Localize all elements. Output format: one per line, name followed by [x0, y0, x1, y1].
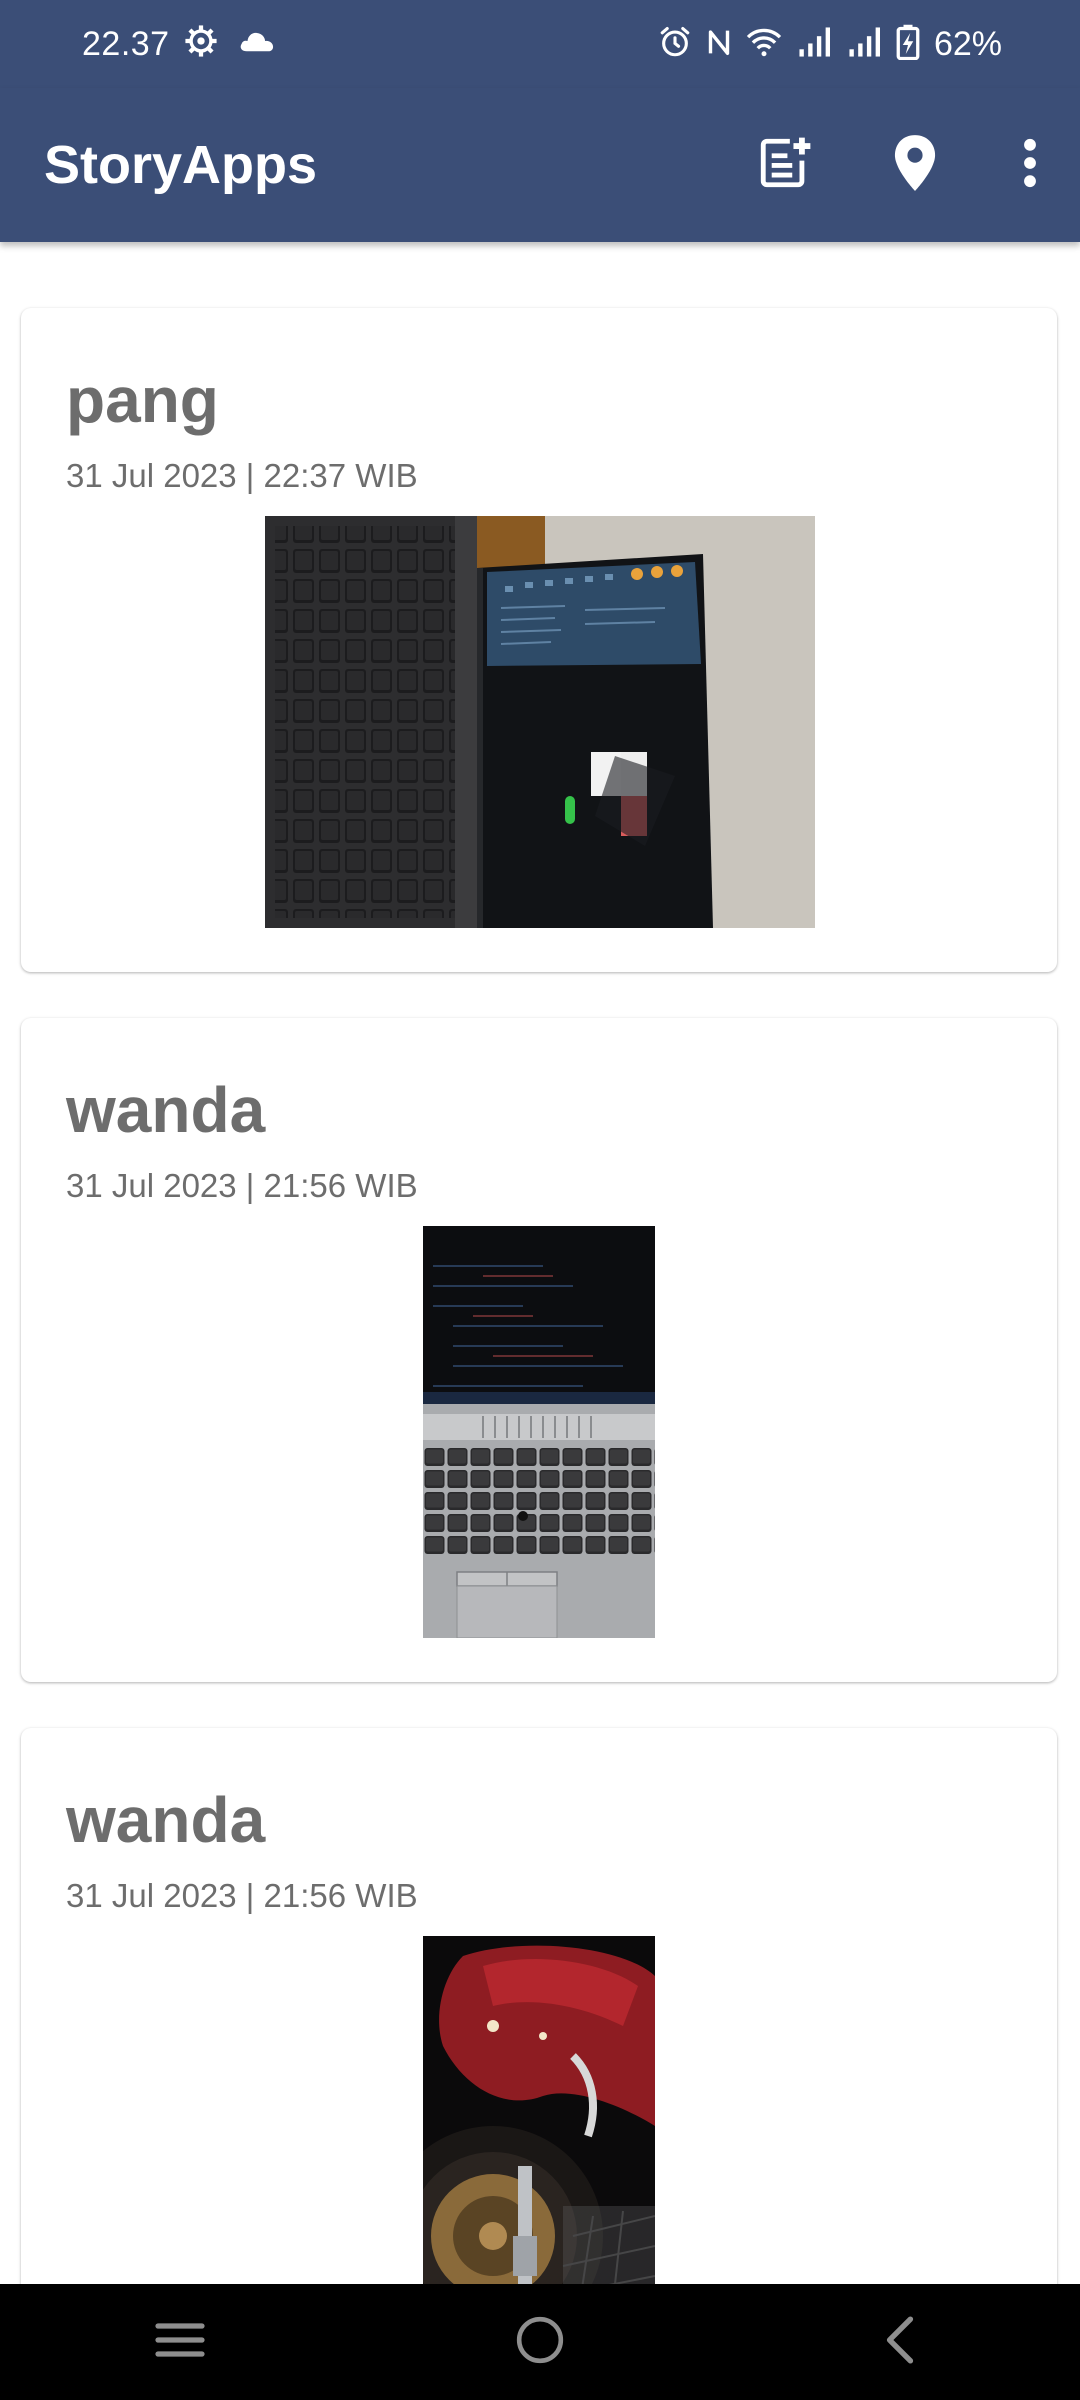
system-nav-bar [0, 2284, 1080, 2400]
story-author-name: wanda [66, 1074, 266, 1146]
app-bar: StoryApps [0, 88, 1080, 242]
status-time: 22.37 [82, 25, 170, 63]
signal-icon [796, 26, 832, 63]
story-date: 31 Jul 2023 | 21:56 WIB [66, 1167, 418, 1204]
signal-icon [846, 26, 882, 63]
story-photo[interactable] [423, 1936, 655, 2284]
story-date: 31 Jul 2023 | 22:37 WIB [66, 457, 418, 494]
map-button[interactable] [850, 88, 980, 242]
story-author-name: pang [66, 364, 219, 436]
recents-button[interactable] [80, 2284, 280, 2400]
back-icon [883, 2315, 917, 2370]
settings-gear-icon [184, 24, 218, 63]
story-photo[interactable] [423, 1226, 655, 1638]
nfc-icon [706, 25, 732, 64]
home-button[interactable] [440, 2284, 640, 2400]
story-date: 31 Jul 2023 | 21:56 WIB [66, 1877, 418, 1914]
home-icon [515, 2315, 565, 2370]
add-story-button[interactable] [720, 88, 850, 242]
more-vert-icon [1023, 138, 1037, 193]
status-right-icons: 62% [658, 22, 1002, 66]
story-photo[interactable] [265, 516, 815, 928]
recents-icon [154, 2320, 206, 2365]
status-left-icons [184, 24, 276, 63]
status-bar: 22.37 62% [0, 0, 1080, 88]
story-author-name: wanda [66, 1784, 266, 1856]
wifi-icon [746, 26, 782, 63]
add-story-icon [756, 134, 814, 197]
location-pin-icon [892, 134, 938, 197]
back-button[interactable] [800, 2284, 1000, 2400]
story-card[interactable]: wanda 31 Jul 2023 | 21:56 WIB [21, 1728, 1057, 2284]
cloud-icon [238, 26, 276, 61]
more-options-button[interactable] [980, 88, 1080, 242]
app-bar-actions [720, 88, 1080, 242]
battery-charging-icon [896, 24, 920, 65]
story-card[interactable]: pang 31 Jul 2023 | 22:37 WIB [21, 308, 1057, 972]
battery-percentage: 62% [933, 25, 1002, 63]
story-card[interactable]: wanda 31 Jul 2023 | 21:56 WIB [21, 1018, 1057, 1682]
alarm-icon [658, 25, 692, 64]
story-list[interactable]: pang 31 Jul 2023 | 22:37 WIB wanda 31 Ju… [0, 242, 1080, 2284]
app-title: StoryApps [44, 135, 318, 195]
